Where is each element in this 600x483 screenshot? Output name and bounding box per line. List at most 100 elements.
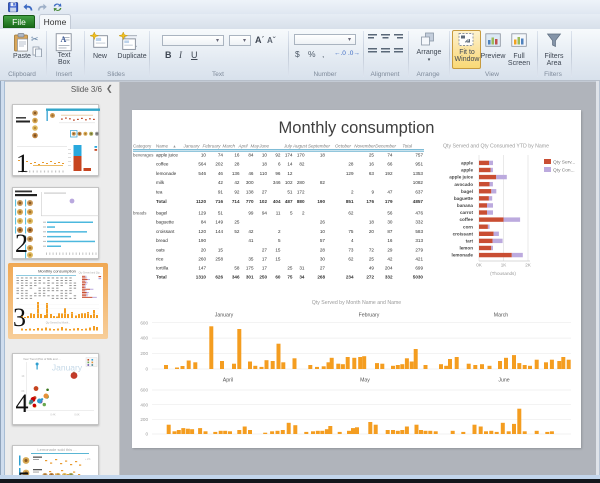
svg-text:82: 82 bbox=[320, 180, 326, 185]
svg-text:4857: 4857 bbox=[413, 199, 424, 204]
svg-text:Lemonade sold this ...: Lemonade sold this ... bbox=[37, 447, 76, 452]
svg-text:27: 27 bbox=[262, 247, 268, 252]
svg-text:234: 234 bbox=[346, 275, 354, 280]
svg-text:190: 190 bbox=[198, 238, 206, 243]
svg-text:apple juice: apple juice bbox=[449, 175, 473, 180]
svg-text:49: 49 bbox=[369, 265, 375, 270]
svg-text:102: 102 bbox=[259, 199, 267, 204]
svg-text:0.4K: 0.4K bbox=[50, 413, 56, 417]
svg-text:714: 714 bbox=[232, 199, 240, 204]
svg-text:1082: 1082 bbox=[413, 180, 424, 185]
svg-text:July: July bbox=[283, 144, 293, 149]
svg-text:apple: apple bbox=[461, 168, 473, 173]
svg-text:770: 770 bbox=[246, 199, 254, 204]
svg-text:February: February bbox=[202, 144, 221, 149]
svg-text:73: 73 bbox=[348, 247, 354, 252]
svg-text:tortilla: tortilla bbox=[156, 265, 169, 270]
svg-text:Category: Category bbox=[133, 144, 152, 149]
svg-text:2: 2 bbox=[278, 229, 281, 234]
svg-text:60: 60 bbox=[275, 275, 281, 280]
svg-text:1K: 1K bbox=[501, 263, 508, 268]
svg-text:Monthly consumption: Monthly consumption bbox=[279, 119, 435, 137]
svg-text:279: 279 bbox=[415, 247, 423, 252]
svg-text:34: 34 bbox=[299, 275, 305, 280]
svg-text:62: 62 bbox=[348, 257, 354, 262]
svg-text:280: 280 bbox=[297, 180, 305, 185]
svg-text:Total: Total bbox=[402, 144, 413, 149]
svg-text:170: 170 bbox=[297, 152, 305, 157]
svg-text:82: 82 bbox=[299, 162, 305, 167]
svg-text:(Thousands): (Thousands) bbox=[490, 271, 516, 276]
svg-text:4: 4 bbox=[351, 238, 354, 243]
svg-text:lemon: lemon bbox=[459, 246, 473, 251]
svg-text:rice: rice bbox=[156, 257, 164, 262]
svg-text:27: 27 bbox=[320, 265, 326, 270]
svg-text:84: 84 bbox=[201, 220, 207, 225]
svg-text:176: 176 bbox=[366, 199, 374, 204]
svg-text:bagel: bagel bbox=[156, 210, 167, 215]
svg-text:bagel: bagel bbox=[461, 189, 473, 194]
svg-text:oats: oats bbox=[156, 247, 165, 252]
svg-text:46: 46 bbox=[248, 171, 254, 176]
svg-text:17: 17 bbox=[262, 265, 268, 270]
svg-text:96: 96 bbox=[275, 171, 281, 176]
svg-text:149: 149 bbox=[215, 220, 223, 225]
svg-text:5030: 5030 bbox=[413, 275, 424, 280]
svg-text:175: 175 bbox=[246, 265, 254, 270]
svg-text:Total: Total bbox=[156, 199, 167, 204]
svg-text:20: 20 bbox=[201, 247, 207, 252]
svg-text:Total: Total bbox=[156, 275, 167, 280]
svg-text:18: 18 bbox=[320, 152, 326, 157]
svg-text:20: 20 bbox=[369, 229, 375, 234]
svg-text:51: 51 bbox=[287, 190, 293, 195]
svg-text:174: 174 bbox=[285, 152, 293, 157]
svg-text:banana: banana bbox=[457, 203, 474, 208]
svg-text:28: 28 bbox=[348, 162, 354, 167]
svg-text:74: 74 bbox=[387, 152, 393, 157]
svg-text:699: 699 bbox=[415, 265, 423, 270]
svg-text:346: 346 bbox=[232, 275, 240, 280]
svg-text:564: 564 bbox=[198, 162, 206, 167]
svg-text:42: 42 bbox=[234, 180, 240, 185]
svg-text:851: 851 bbox=[346, 199, 354, 204]
svg-text:tart: tart bbox=[466, 238, 474, 243]
svg-text:42: 42 bbox=[387, 257, 393, 262]
svg-text:6: 6 bbox=[278, 162, 281, 167]
svg-text:0.6K: 0.6K bbox=[74, 413, 80, 417]
svg-text:58: 58 bbox=[234, 265, 240, 270]
svg-text:Qty Served and Qty...: Qty Served and Qty... bbox=[79, 272, 102, 275]
svg-text:January: January bbox=[215, 313, 234, 319]
svg-text:129: 129 bbox=[198, 210, 206, 215]
svg-text:138: 138 bbox=[246, 190, 254, 195]
svg-text:September: September bbox=[308, 144, 331, 149]
svg-text:179: 179 bbox=[385, 199, 393, 204]
svg-text:5: 5 bbox=[290, 210, 293, 215]
svg-text:baguette: baguette bbox=[454, 196, 474, 201]
svg-text:January: January bbox=[182, 144, 200, 149]
svg-text:66: 66 bbox=[387, 162, 393, 167]
svg-text:1310: 1310 bbox=[196, 275, 207, 280]
svg-text:Year Trend (Plot of Milk and .: Year Trend (Plot of Milk and ... bbox=[23, 357, 61, 361]
svg-text:11: 11 bbox=[276, 210, 281, 215]
svg-text:487: 487 bbox=[285, 199, 293, 204]
svg-text:136: 136 bbox=[232, 171, 240, 176]
svg-text:10: 10 bbox=[320, 229, 326, 234]
svg-text:August: August bbox=[292, 144, 308, 149]
svg-text:42: 42 bbox=[248, 229, 254, 234]
svg-text:May: May bbox=[360, 378, 370, 384]
svg-text:102: 102 bbox=[285, 180, 293, 185]
svg-text:716: 716 bbox=[215, 199, 223, 204]
svg-text:951: 951 bbox=[415, 162, 423, 167]
svg-text:332: 332 bbox=[415, 220, 423, 225]
svg-text:Qty Served by Month...: Qty Served by Month... bbox=[46, 322, 71, 325]
svg-text:apple: apple bbox=[461, 161, 473, 166]
svg-text:41: 41 bbox=[248, 238, 254, 243]
svg-text:92: 92 bbox=[275, 152, 281, 157]
svg-text:27: 27 bbox=[262, 190, 268, 195]
svg-text:15: 15 bbox=[275, 257, 281, 262]
svg-text:110: 110 bbox=[260, 171, 268, 176]
svg-text:1353: 1353 bbox=[413, 171, 424, 176]
svg-text:apple juice: apple juice bbox=[156, 152, 178, 157]
svg-text:1K: 1K bbox=[21, 374, 24, 378]
svg-text:14: 14 bbox=[287, 162, 293, 167]
